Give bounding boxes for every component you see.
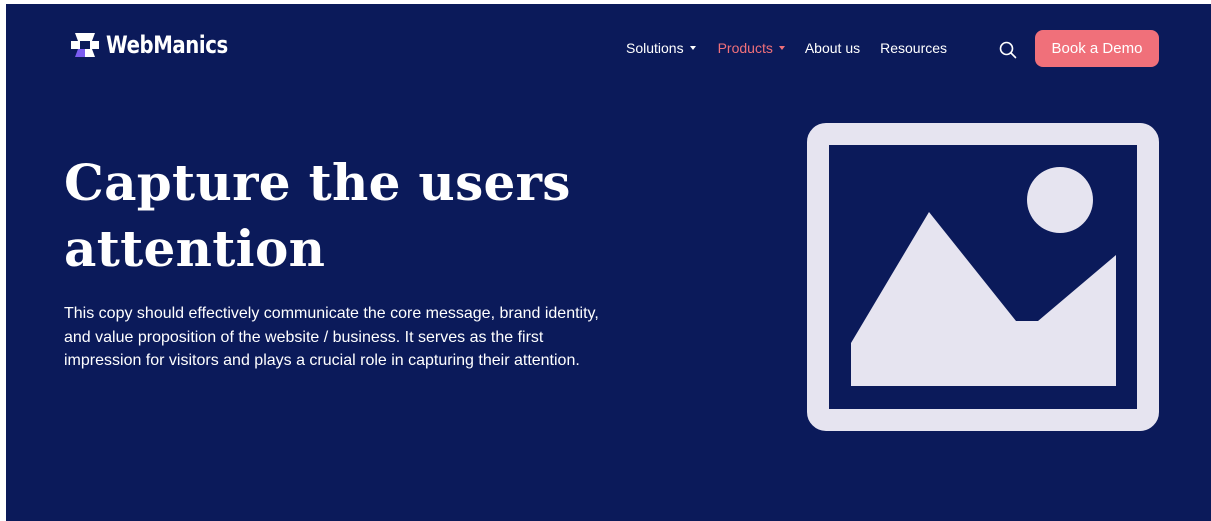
search-button[interactable] <box>998 40 1018 60</box>
hero-section: WebManics Solutions Products About us Re… <box>6 4 1211 521</box>
search-icon <box>999 41 1017 59</box>
book-demo-button[interactable]: Book a Demo <box>1035 30 1159 67</box>
nav-item-label: About us <box>804 40 861 56</box>
nav-item-label: Solutions <box>626 40 684 56</box>
nav-item-label: Products <box>717 40 773 56</box>
nav-item-about-us[interactable]: About us <box>805 40 860 56</box>
webmanics-logo-icon <box>71 33 99 57</box>
hero-headline: Capture the users attention <box>64 153 571 278</box>
caret-down-icon <box>689 46 696 50</box>
nav-item-label: Resources <box>880 40 948 56</box>
nav-item-solutions[interactable]: Solutions <box>626 40 696 56</box>
image-placeholder-icon <box>807 123 1159 431</box>
nav-item-resources[interactable]: Resources <box>880 40 947 56</box>
caret-down-icon <box>778 46 785 50</box>
main-nav: Solutions Products About us Resources <box>626 40 947 56</box>
hero-body-copy: This copy should effectively communicate… <box>64 305 599 369</box>
brand-name: WebManics <box>106 31 228 59</box>
hero-image <box>807 123 1159 436</box>
brand-logo[interactable]: WebManics <box>68 30 254 60</box>
nav-item-products[interactable]: Products <box>718 40 785 56</box>
